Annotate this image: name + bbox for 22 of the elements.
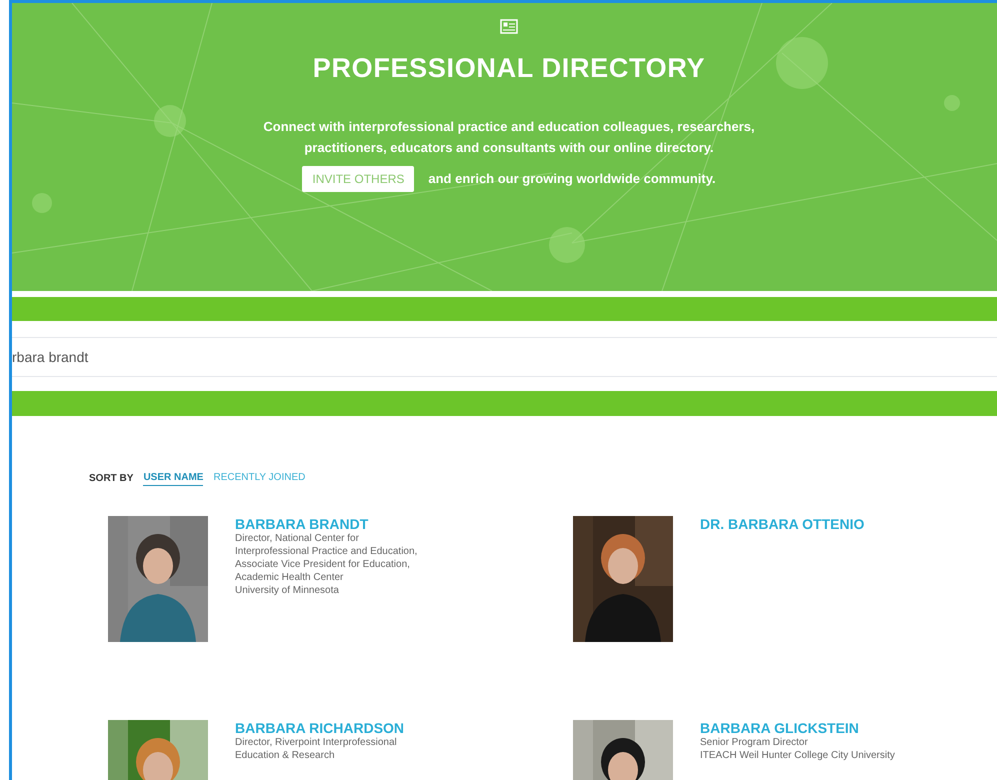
directory-description: Connect with interprofessional practice and education colleagues, researchers, practitioners, educators and consultants with our online directory. [262, 118, 756, 157]
member-detail-line: Director, Riverpoint Interprofessional [235, 736, 398, 749]
member-name[interactable]: BARBARA RICHARDSON [235, 720, 404, 736]
member-name[interactable]: BARBARA GLICKSTEIN [700, 720, 895, 736]
member-detail-line: Interprofessional Practice and Education, [235, 545, 418, 558]
sort-by-label: SORT BY [89, 472, 134, 486]
sort-option[interactable]: USER NAME [143, 470, 204, 486]
page-title: PROFESSIONAL DIRECTORY [312, 52, 706, 85]
sort-option[interactable]: RECENTLY JOINED [213, 470, 306, 486]
member-name[interactable]: BARBARA BRANDT [235, 516, 418, 532]
member-detail-line: Director, National Center for [235, 532, 360, 545]
member-detail-line: Senior Program Director [700, 736, 809, 749]
search-field[interactable]: rbara brandt [12, 337, 997, 377]
member-detail-line: ITEACH Weil Hunter College City University [700, 749, 895, 762]
member-detail-line: Academic Health Center [235, 571, 344, 584]
member-detail-line: University of Minnesota [235, 584, 340, 597]
invite-others-button[interactable]: INVITE OTHERS [302, 166, 414, 192]
member-detail-line: Education & Research [235, 749, 336, 762]
member-detail-line: Associate Vice President for Education, [235, 558, 411, 571]
id-card-icon [500, 19, 518, 34]
invite-text: and enrich our growing worldwide community. [428, 170, 716, 188]
member-name[interactable]: DR. BARBARA OTTENIO [700, 516, 864, 532]
